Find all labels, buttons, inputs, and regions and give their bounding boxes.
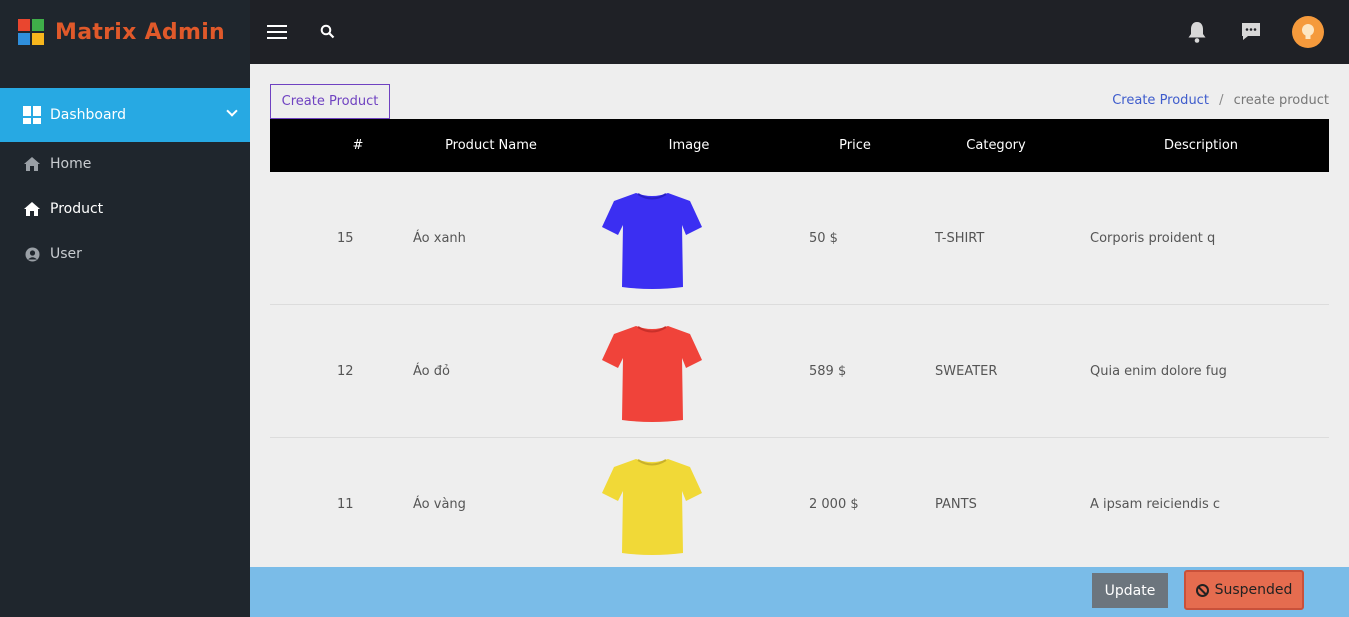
product-image [602, 193, 702, 289]
product-id: 15 [337, 231, 354, 246]
product-image [602, 459, 702, 555]
update-button[interactable]: Update [1092, 573, 1168, 608]
column-header: Price [839, 138, 871, 153]
sidebar-item-label: Dashboard [50, 107, 126, 123]
breadcrumb-link[interactable]: Create Product [1112, 93, 1209, 108]
ban-icon [1195, 583, 1209, 597]
logo[interactable]: Matrix Admin [0, 0, 250, 64]
column-header: Product Name [445, 138, 537, 153]
sidebar-item-product[interactable]: Product [0, 189, 250, 229]
table-row[interactable]: 11 Áo vàng 2 000 $ PANTS A ipsam reicien… [270, 438, 1329, 571]
suspended-label: Suspended [1214, 582, 1293, 598]
product-price: 589 $ [809, 364, 847, 379]
product-description: Quia enim dolore fug [1090, 364, 1227, 379]
search-icon[interactable] [320, 24, 335, 43]
product-category: T-SHIRT [935, 231, 985, 246]
home-icon [24, 156, 40, 172]
chevron-down-icon [226, 105, 238, 117]
product-description: Corporis proident q [1090, 231, 1216, 246]
sidebar-item-label: Home [50, 156, 92, 172]
suspended-button[interactable]: Suspended [1184, 570, 1304, 610]
column-header: Description [1163, 138, 1239, 153]
sidebar-item-user[interactable]: User [0, 234, 250, 274]
sidebar: Matrix Admin Dashboard Home Product User [0, 0, 250, 617]
table-row[interactable]: 15 Áo xanh 50 $ T-SHIRT Corporis proiden… [270, 172, 1329, 305]
breadcrumb: Create Product / create product [1112, 93, 1329, 108]
hamburger-icon[interactable] [267, 25, 287, 39]
column-header: # [352, 138, 364, 153]
product-category: SWEATER [935, 364, 998, 379]
product-description: A ipsam reiciendis c [1090, 497, 1221, 512]
column-header: Image [668, 138, 710, 153]
product-table: # Product Name Image Price Category Desc… [270, 119, 1329, 571]
logo-icon [18, 19, 44, 45]
product-id: 12 [337, 364, 354, 379]
product-name: Áo vàng [413, 497, 466, 512]
sidebar-item-label: User [50, 246, 82, 262]
sidebar-item-dashboard[interactable]: Dashboard [0, 88, 250, 142]
app-title: Matrix Admin [55, 19, 225, 45]
create-product-button[interactable]: Create Product [270, 84, 390, 119]
chat-icon[interactable] [1240, 21, 1262, 47]
breadcrumb-separator: / [1219, 93, 1224, 108]
table-row[interactable]: 12 Áo đỏ 589 $ SWEATER Quia enim dolore … [270, 305, 1329, 438]
topbar [250, 0, 1349, 64]
dashboard-icon [23, 106, 41, 124]
sidebar-item-label: Product [50, 201, 104, 217]
bell-icon[interactable] [1186, 20, 1208, 48]
product-id: 11 [337, 497, 354, 512]
column-header: Category [966, 138, 1026, 153]
sidebar-item-home[interactable]: Home [0, 144, 250, 184]
lightbulb-icon [1302, 24, 1314, 39]
breadcrumb-current: create product [1233, 93, 1329, 108]
user-circle-icon [24, 246, 40, 262]
product-price: 2 000 $ [809, 497, 859, 512]
footer-bar: Update Suspended [250, 567, 1349, 617]
avatar[interactable] [1292, 16, 1324, 48]
product-name: Áo đỏ [413, 364, 450, 379]
product-category: PANTS [935, 497, 977, 512]
product-image [602, 326, 702, 422]
product-name: Áo xanh [413, 231, 466, 246]
home-icon [24, 201, 40, 217]
product-price: 50 $ [809, 231, 838, 246]
table-header: # Product Name Image Price Category Desc… [270, 119, 1329, 172]
